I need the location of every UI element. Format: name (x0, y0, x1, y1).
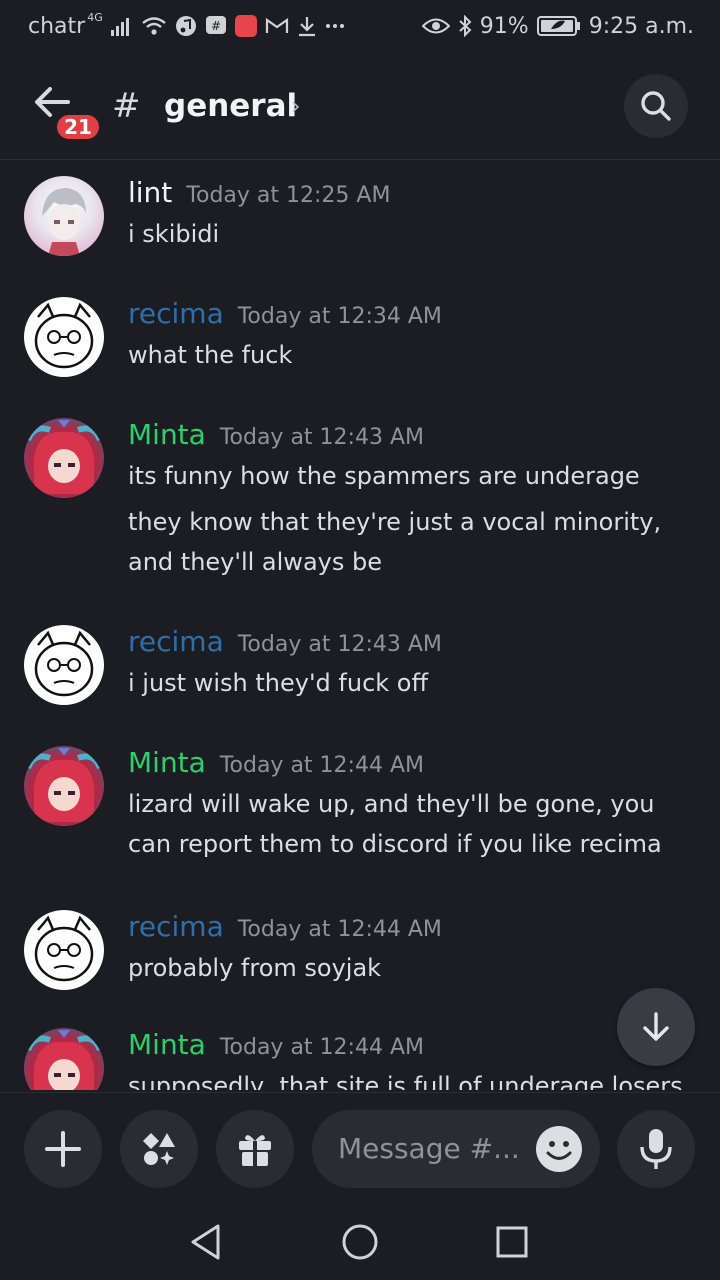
jump-to-latest-button[interactable] (617, 988, 695, 1066)
nav-recents-button[interactable] (492, 1222, 532, 1262)
avatar[interactable] (24, 176, 104, 256)
message-composer: Message #... (0, 1092, 720, 1202)
message-input-placeholder: Message #... (338, 1132, 520, 1165)
message-text: i just wish they'd fuck off (128, 669, 429, 697)
chevron-right-icon[interactable]: › (291, 92, 301, 120)
message-text: supposedly, that site is full of underag… (128, 1072, 683, 1090)
status-bar: chatr 4G # 91% 9:25 a.m. (0, 0, 720, 52)
message-meta: Minta Today at 12:44 AM (128, 1028, 424, 1061)
channel-header: 21 # general › (0, 62, 720, 160)
emoji-button[interactable] (536, 1126, 582, 1172)
circle-home-icon (342, 1224, 378, 1260)
emoji-icon (546, 1141, 572, 1160)
search-button[interactable] (624, 74, 688, 138)
channel-name[interactable]: general (164, 88, 297, 124)
avatar[interactable] (24, 910, 104, 990)
username[interactable]: recima (128, 625, 224, 658)
download-icon (297, 15, 317, 37)
timestamp: Today at 12:25 AM (186, 183, 391, 208)
message-meta: recima Today at 12:34 AM (128, 297, 442, 330)
message-text: lizard will wake up, and they'll be gone… (128, 790, 662, 858)
svg-text:#: # (211, 19, 221, 33)
timestamp: Today at 12:44 AM (219, 1035, 424, 1060)
username[interactable]: Minta (128, 746, 206, 779)
avatar[interactable] (24, 625, 104, 705)
message-text: probably from soyjak (128, 954, 382, 982)
nav-home-button[interactable] (340, 1222, 380, 1262)
triangle-back-icon (191, 1224, 220, 1260)
plus-icon (45, 1131, 81, 1167)
square-recents-icon (496, 1226, 528, 1258)
username[interactable]: Minta (128, 1028, 206, 1061)
avatar[interactable] (24, 297, 104, 377)
bluetooth-icon (458, 15, 472, 37)
timestamp: Today at 12:43 AM (237, 632, 442, 657)
status-left: chatr 4G # (28, 10, 345, 39)
gift-icon (239, 1135, 271, 1166)
carrier-name: chatr (28, 13, 86, 39)
username[interactable]: recima (128, 910, 224, 943)
voice-message-button[interactable] (617, 1110, 695, 1188)
system-nav-bar (0, 1202, 720, 1280)
username[interactable]: recima (128, 297, 224, 330)
timestamp: Today at 12:44 AM (219, 753, 424, 778)
apps-button[interactable] (120, 1110, 198, 1188)
message-meta: Minta Today at 12:43 AM (128, 418, 424, 451)
search-icon (641, 91, 671, 121)
clock: 9:25 a.m. (588, 13, 694, 39)
username[interactable]: lint (128, 176, 172, 209)
message-meta: lint Today at 12:25 AM (128, 176, 390, 209)
battery-icon (536, 15, 581, 37)
message-text: i skibidi (128, 220, 220, 248)
message-meta: recima Today at 12:43 AM (128, 625, 442, 658)
network-type: 4G (87, 10, 103, 24)
wifi-icon (141, 15, 167, 37)
arrow-down-icon (643, 1012, 669, 1041)
music-icon (175, 15, 197, 37)
signal-icon (110, 16, 133, 36)
avatar[interactable] (24, 418, 104, 498)
gift-button[interactable] (216, 1110, 294, 1188)
battery-percent: 91% (479, 13, 529, 39)
message-meta: Minta Today at 12:44 AM (128, 746, 424, 779)
channel-hash-icon: # (112, 86, 141, 126)
eye-icon (421, 17, 450, 35)
message-list[interactable]: lint Today at 12:25 AM i skibidi recima … (0, 162, 720, 1090)
message-meta: recima Today at 12:44 AM (128, 910, 442, 943)
message-text: they know that they're just a vocal mino… (128, 508, 662, 576)
microphone-icon (640, 1129, 672, 1169)
username[interactable]: Minta (128, 418, 206, 451)
message-input[interactable]: Message #... (312, 1110, 600, 1188)
timestamp: Today at 12:43 AM (219, 425, 424, 450)
app-notification-icon (234, 15, 257, 37)
message-text: its funny how the spammers are underage (128, 462, 640, 490)
timestamp: Today at 12:34 AM (237, 304, 442, 329)
gmail-icon (265, 17, 289, 35)
add-attachment-button[interactable] (24, 1110, 102, 1188)
nav-back-button[interactable] (186, 1222, 226, 1262)
timestamp: Today at 12:44 AM (237, 917, 442, 942)
more-icon (325, 23, 345, 29)
avatar[interactable] (24, 1028, 104, 1090)
discord-notification-icon: # (205, 15, 227, 37)
apps-icon (143, 1133, 175, 1165)
status-right: 91% 9:25 a.m. (421, 13, 694, 39)
avatar[interactable] (24, 746, 104, 826)
unread-badge: 21 (54, 112, 102, 142)
message-text: what the fuck (128, 341, 293, 369)
